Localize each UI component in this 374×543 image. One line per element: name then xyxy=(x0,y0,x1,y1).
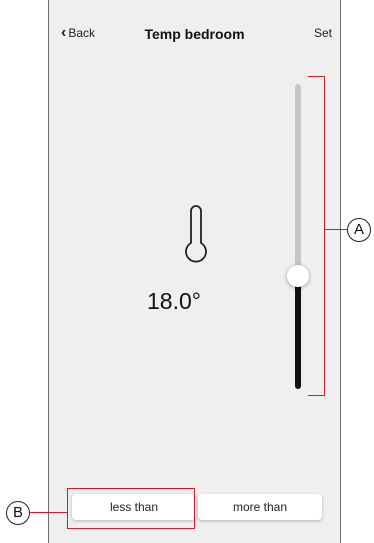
temperature-slider-handle[interactable] xyxy=(287,265,309,287)
temperature-value: 18.0° xyxy=(147,288,201,314)
annotation-leader-a xyxy=(325,229,347,230)
page-title: Temp bedroom xyxy=(144,26,245,42)
phone-screen: ‹ Back Temp bedroom Set 18.0° less than … xyxy=(48,0,341,543)
thermometer-icon xyxy=(185,205,207,263)
annotation-box-b xyxy=(67,488,195,529)
temperature-slider-fill xyxy=(295,284,301,389)
annotation-callout-b: B xyxy=(6,501,30,525)
annotation-callout-a: A xyxy=(347,218,371,242)
more-than-button[interactable]: more than xyxy=(198,494,322,520)
annotation-bracket-a xyxy=(308,76,325,396)
set-button[interactable]: Set xyxy=(314,26,332,40)
annotation-leader-b xyxy=(30,512,67,513)
